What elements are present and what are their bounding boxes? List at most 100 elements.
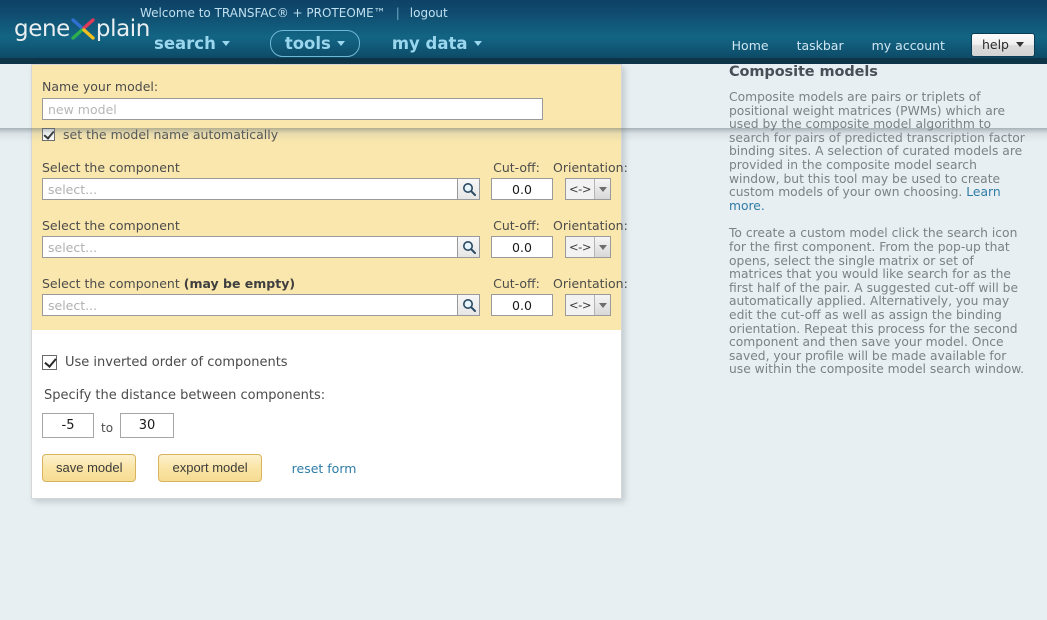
component-2-label-text: Select the component <box>42 218 180 233</box>
inverted-order-label: Use inverted order of components <box>65 355 288 370</box>
nav-item-my-data-label: my data <box>391 34 468 53</box>
component-2-cutoff-input[interactable] <box>491 236 553 258</box>
component-2-input[interactable] <box>42 236 458 258</box>
magnifier-icon <box>462 299 476 312</box>
welcome-text: Welcome to TRANSFAC® + PROTEOME™ <box>140 6 386 20</box>
distance-to-label: to <box>101 421 114 435</box>
component-row-2-labels: Select the component Cut-off: Orientatio… <box>42 218 628 233</box>
orientation-header-2: Orientation: <box>553 218 628 233</box>
chevron-down-icon <box>221 41 230 46</box>
component-2-select-wrap <box>42 236 480 258</box>
save-model-button[interactable]: save model <box>42 454 137 482</box>
logout-link[interactable]: logout <box>410 6 448 20</box>
site-header: gene plain Welcome to TRANSFAC® + PROTEOM… <box>0 0 1047 64</box>
main-navigation: search tools my data <box>148 30 508 58</box>
component-3-orientation-select[interactable]: <-> <box>565 294 611 316</box>
component-row-2-controls: <-> <box>42 236 611 258</box>
chevron-down-icon[interactable] <box>594 237 610 257</box>
component-1-label-text: Select the component <box>42 160 180 175</box>
chevron-down-icon <box>473 41 482 46</box>
orientation-header-3: Orientation: <box>553 276 628 291</box>
reset-form-link[interactable]: reset form <box>292 461 357 476</box>
component-1-orientation-value: <-> <box>569 182 591 196</box>
name-your-model-label: Name your model: <box>42 79 159 94</box>
component-row-1-controls: <-> <box>42 178 611 200</box>
component-2-orientation-value: <-> <box>569 240 591 254</box>
component-2-label: Select the component <box>42 218 480 233</box>
page-body: Create a new composite modelwhat is this… <box>0 64 1047 620</box>
distance-from-input[interactable] <box>42 413 94 438</box>
nav-item-search-label: search <box>154 34 216 53</box>
chevron-down-icon[interactable] <box>594 295 610 315</box>
distance-to-input[interactable] <box>120 413 175 438</box>
magnifier-icon <box>462 183 476 196</box>
site-logo[interactable]: gene plain <box>14 14 150 44</box>
nav-item-search[interactable]: search <box>148 31 236 56</box>
genexplain-x-logo-icon <box>70 17 96 41</box>
component-1-search-button[interactable] <box>458 178 480 200</box>
component-2-orientation-select[interactable]: <-> <box>565 236 611 258</box>
form-buttons: save model export model reset form <box>42 454 611 482</box>
component-1-select-wrap <box>42 178 480 200</box>
component-1-input[interactable] <box>42 178 458 200</box>
component-1-orientation-select[interactable]: <-> <box>565 178 611 200</box>
nav-item-tools[interactable]: tools <box>269 30 360 57</box>
help-button[interactable]: help <box>970 33 1035 57</box>
model-name-input[interactable] <box>42 98 543 120</box>
component-3-label-text: Select the component <box>42 276 180 291</box>
component-3-orientation-value: <-> <box>569 298 591 312</box>
form-yellow-section: Name your model: set the model name auto… <box>32 65 628 330</box>
component-row-2: Select the component Cut-off: Orientatio… <box>42 218 628 258</box>
sidebar-heading: Composite models <box>729 64 878 80</box>
export-model-button[interactable]: export model <box>158 454 262 482</box>
cutoff-header-3: Cut-off: <box>493 276 540 291</box>
help-button-label: help <box>981 37 1009 52</box>
inverted-order-checkbox-row[interactable]: Use inverted order of components <box>42 355 611 370</box>
logo-text-gene: gene <box>14 16 70 42</box>
chevron-down-icon <box>336 41 345 46</box>
component-3-input[interactable] <box>42 294 458 316</box>
sidebar-paragraph-1-text: Composite models are pairs or triplets o… <box>729 90 1025 200</box>
component-row-1-labels: Select the component Cut-off: Orientatio… <box>42 160 628 175</box>
component-row-3-controls: <-> <box>42 294 611 316</box>
inverted-order-checkbox[interactable] <box>42 355 57 370</box>
component-row-3-labels: Select the component (may be empty) Cut-… <box>42 276 628 291</box>
nav-my-account-link[interactable]: my account <box>872 38 945 53</box>
sidebar-paragraph-2: To create a custom model click the searc… <box>729 226 1025 377</box>
auto-name-checkbox[interactable] <box>42 128 55 141</box>
component-3-label-suffix: (may be empty) <box>183 276 296 291</box>
sidebar-paragraph-1: Composite models are pairs or triplets o… <box>729 90 1029 213</box>
chevron-down-icon[interactable] <box>594 179 610 199</box>
magnifier-icon <box>462 241 476 254</box>
orientation-header-1: Orientation: <box>553 160 628 175</box>
auto-name-checkbox-row[interactable]: set the model name automatically <box>42 127 611 142</box>
info-sidebar: Composite models Composite models are pa… <box>729 64 1029 391</box>
distance-row: to <box>42 413 611 438</box>
nav-home-link[interactable]: Home <box>732 38 769 53</box>
form-white-section: Use inverted order of components Specify… <box>32 330 621 498</box>
component-2-search-button[interactable] <box>458 236 480 258</box>
component-3-label: Select the component (may be empty) <box>42 276 480 291</box>
auto-name-checkbox-label: set the model name automatically <box>63 127 279 142</box>
component-3-select-wrap <box>42 294 480 316</box>
nav-item-my-data[interactable]: my data <box>386 31 488 56</box>
cutoff-header-1: Cut-off: <box>493 160 540 175</box>
component-3-cutoff-input[interactable] <box>491 294 553 316</box>
welcome-separator: | <box>395 6 400 20</box>
utility-navigation: Home taskbar my account help <box>704 33 1035 57</box>
component-1-cutoff-input[interactable] <box>491 178 553 200</box>
component-row-1: Select the component Cut-off: Orientatio… <box>42 160 628 200</box>
nav-item-tools-label: tools <box>284 34 331 53</box>
welcome-bar: Welcome to TRANSFAC® + PROTEOME™ | logout <box>140 6 448 20</box>
chevron-down-icon <box>1016 42 1024 47</box>
composite-model-form: Name your model: set the model name auto… <box>31 64 628 499</box>
component-1-label: Select the component <box>42 160 480 175</box>
distance-label: Specify the distance between components: <box>44 388 326 403</box>
cutoff-header-2: Cut-off: <box>493 218 540 233</box>
nav-taskbar-link[interactable]: taskbar <box>797 38 844 53</box>
component-3-search-button[interactable] <box>458 294 480 316</box>
component-row-3: Select the component (may be empty) Cut-… <box>42 276 628 316</box>
